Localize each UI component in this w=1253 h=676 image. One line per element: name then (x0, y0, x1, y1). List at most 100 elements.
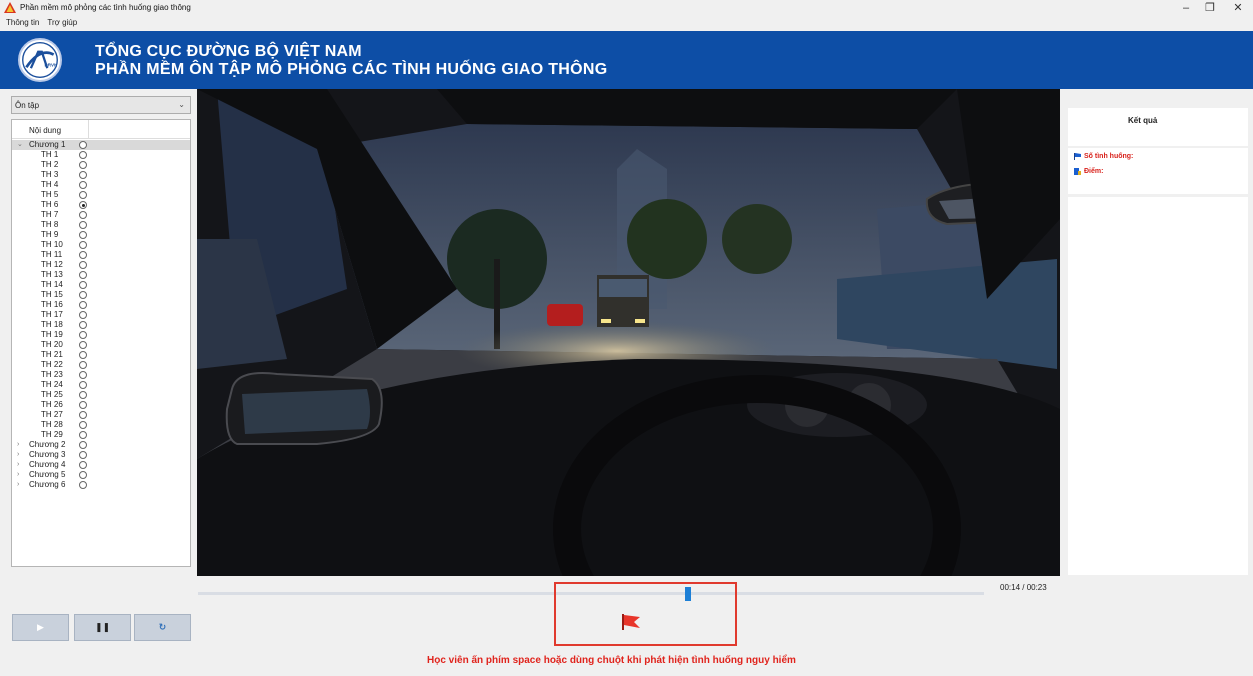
restore-button[interactable]: ❐ (1199, 0, 1221, 15)
radio-button[interactable] (79, 331, 87, 339)
radio-button[interactable] (79, 351, 87, 359)
tree-situation-1[interactable]: TH 1 (12, 150, 190, 160)
radio-button[interactable] (79, 441, 87, 449)
tree-situation-12[interactable]: TH 12 (12, 260, 190, 270)
tree-situation-4[interactable]: TH 4 (12, 180, 190, 190)
tree-situation-26[interactable]: TH 26 (12, 400, 190, 410)
radio-button[interactable] (79, 211, 87, 219)
radio-button[interactable] (79, 271, 87, 279)
radio-button[interactable] (79, 401, 87, 409)
chevron-down-icon[interactable]: ⌄ (17, 140, 23, 150)
radio-button[interactable] (79, 481, 87, 489)
tree-situation-3[interactable]: TH 3 (12, 170, 190, 180)
radio-button[interactable] (79, 171, 87, 179)
radio-button[interactable] (79, 181, 87, 189)
radio-button[interactable] (79, 221, 87, 229)
situation-tree[interactable]: Nội dung ⌄ Chương 1 TH 1 TH 2 TH 3 TH 4 TH 5 TH… (11, 119, 191, 567)
tree-situation-7[interactable]: TH 7 (12, 210, 190, 220)
chevron-right-icon[interactable]: › (17, 460, 19, 470)
radio-button[interactable] (79, 261, 87, 269)
radio-button[interactable] (79, 381, 87, 389)
tree-chapter-1[interactable]: ⌄ Chương 1 (12, 140, 190, 150)
tree-chapter-3[interactable]: › Chương 3 (12, 450, 190, 460)
tree-situation-9[interactable]: TH 9 (12, 230, 190, 240)
radio-button[interactable] (79, 341, 87, 349)
pause-button[interactable]: ❚❚ (74, 614, 131, 641)
radio-button[interactable] (79, 201, 87, 209)
tree-situation-22-label: TH 22 (41, 360, 63, 369)
radio-button[interactable] (79, 191, 87, 199)
close-button[interactable]: ✕ (1227, 0, 1249, 15)
tree-situation-16[interactable]: TH 16 (12, 300, 190, 310)
warning-app-icon (4, 2, 16, 13)
tree-chapter-1-label: Chương 1 (29, 140, 66, 149)
tree-chapter-2[interactable]: › Chương 2 (12, 440, 190, 450)
radio-button[interactable] (79, 301, 87, 309)
radio-button[interactable] (79, 461, 87, 469)
tree-situation-18-label: TH 18 (41, 320, 63, 329)
tree-situation-8-label: TH 8 (41, 220, 59, 229)
flag-highlight-box (554, 582, 737, 646)
tree-situation-5[interactable]: TH 5 (12, 190, 190, 200)
red-flag-icon[interactable] (620, 613, 642, 631)
menu-info[interactable]: Thông tin (0, 18, 43, 27)
tree-chapter-4[interactable]: › Chương 4 (12, 460, 190, 470)
chevron-right-icon[interactable]: › (17, 480, 19, 490)
time-readout: 00:14 / 00:23 (1000, 583, 1047, 592)
simulation-video[interactable] (197, 89, 1060, 576)
radio-button[interactable] (79, 411, 87, 419)
radio-button[interactable] (79, 281, 87, 289)
radio-button[interactable] (79, 421, 87, 429)
tree-situation-26-label: TH 26 (41, 400, 63, 409)
tree-situation-23[interactable]: TH 23 (12, 370, 190, 380)
tree-chapter-6[interactable]: › Chương 6 (12, 480, 190, 490)
tree-situation-20[interactable]: TH 20 (12, 340, 190, 350)
tree-situation-11[interactable]: TH 11 (12, 250, 190, 260)
radio-button[interactable] (79, 161, 87, 169)
radio-button[interactable] (79, 311, 87, 319)
radio-button[interactable] (79, 431, 87, 439)
reload-button[interactable]: ↻ (134, 614, 191, 641)
tree-chapter-5[interactable]: › Chương 5 (12, 470, 190, 480)
tree-chapter-4-label: Chương 4 (29, 460, 66, 469)
radio-button[interactable] (79, 291, 87, 299)
chevron-right-icon[interactable]: › (17, 440, 19, 450)
tree-situation-21[interactable]: TH 21 (12, 350, 190, 360)
radio-button[interactable] (79, 231, 87, 239)
tree-situation-21-label: TH 21 (41, 350, 63, 359)
radio-button[interactable] (79, 321, 87, 329)
chevron-right-icon[interactable]: › (17, 450, 19, 460)
mode-dropdown[interactable]: Ôn tập ⌄ (11, 96, 191, 114)
radio-button[interactable] (79, 471, 87, 479)
tree-situation-13[interactable]: TH 13 (12, 270, 190, 280)
tree-situation-25[interactable]: TH 25 (12, 390, 190, 400)
tree-situation-14[interactable]: TH 14 (12, 280, 190, 290)
tree-situation-15[interactable]: TH 15 (12, 290, 190, 300)
tree-situation-27[interactable]: TH 27 (12, 410, 190, 420)
tree-situation-29[interactable]: TH 29 (12, 430, 190, 440)
radio-button[interactable] (79, 371, 87, 379)
radio-button[interactable] (79, 141, 87, 149)
tree-situation-6[interactable]: TH 6 (12, 200, 190, 210)
tree-situation-16-label: TH 16 (41, 300, 63, 309)
tree-situation-8[interactable]: TH 8 (12, 220, 190, 230)
tree-situation-19[interactable]: TH 19 (12, 330, 190, 340)
tree-situation-28[interactable]: TH 28 (12, 420, 190, 430)
tree-situation-10[interactable]: TH 10 (12, 240, 190, 250)
chevron-right-icon[interactable]: › (17, 470, 19, 480)
radio-button[interactable] (79, 391, 87, 399)
tree-situation-22[interactable]: TH 22 (12, 360, 190, 370)
tree-situation-17[interactable]: TH 17 (12, 310, 190, 320)
tree-situation-2[interactable]: TH 2 (12, 160, 190, 170)
radio-button[interactable] (79, 251, 87, 259)
radio-button[interactable] (79, 361, 87, 369)
tree-situation-24[interactable]: TH 24 (12, 380, 190, 390)
radio-button[interactable] (79, 241, 87, 249)
radio-button[interactable] (79, 451, 87, 459)
play-button[interactable]: ▶ (12, 614, 69, 641)
tree-situation-18[interactable]: TH 18 (12, 320, 190, 330)
menu-help[interactable]: Trợ giúp (43, 18, 81, 27)
minimize-button[interactable]: – (1175, 0, 1197, 15)
radio-button[interactable] (79, 151, 87, 159)
app-window: Phần mềm mô phỏng các tình huống giao th… (0, 0, 1253, 676)
